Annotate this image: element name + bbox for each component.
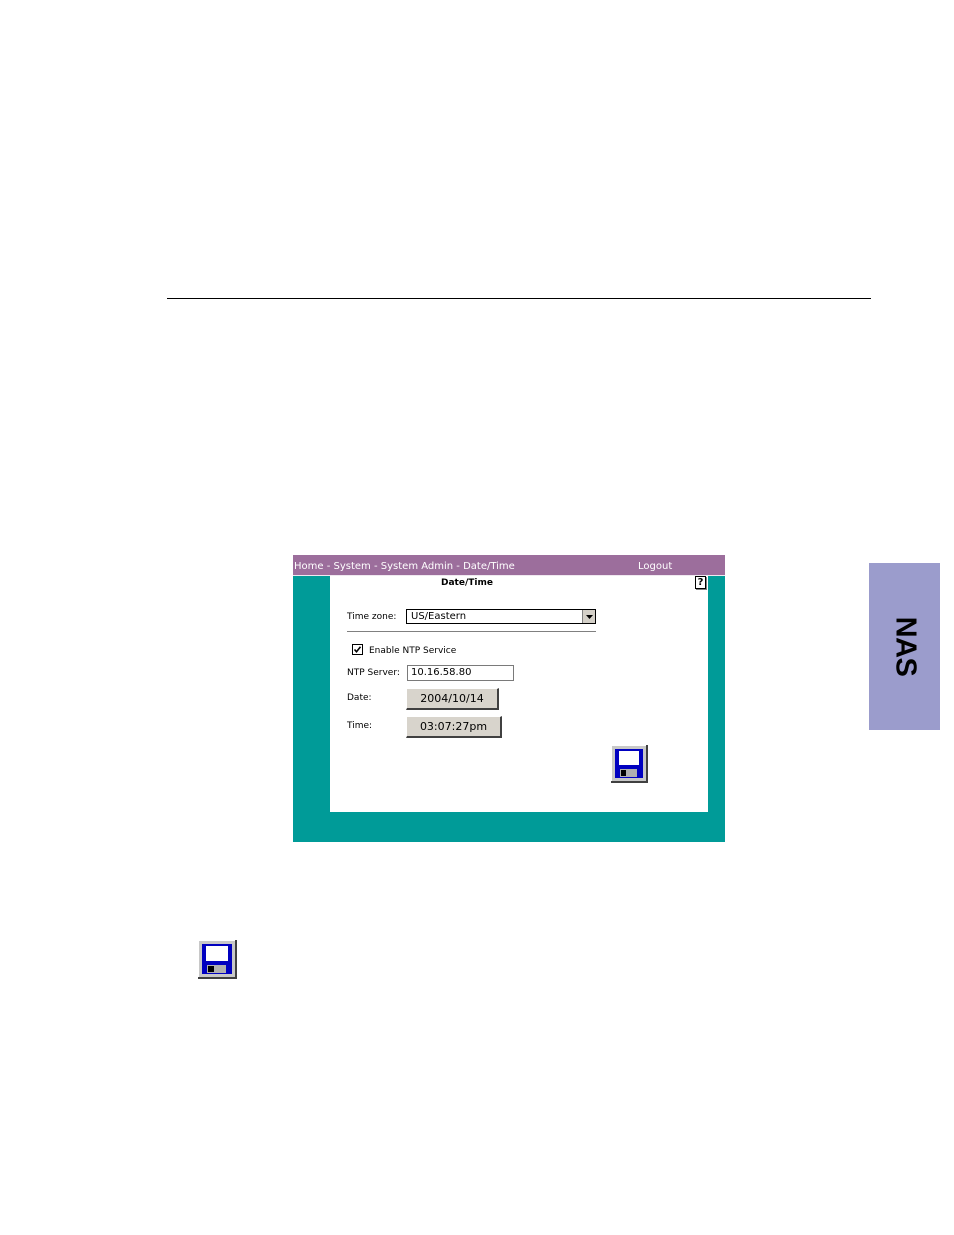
enable-ntp-label: Enable NTP Service [369, 646, 457, 656]
date-time-screenshot: Home - System - System Admin - Date/Time… [293, 555, 725, 842]
floppy-disk-icon [198, 940, 237, 979]
section-divider [347, 631, 596, 633]
date-button[interactable]: 2004/10/14 [406, 688, 499, 710]
time-button[interactable]: 03:07:27pm [406, 716, 502, 738]
date-time-panel: Date/Time ? Time zone: US/Eastern Enable… [330, 576, 708, 812]
ntp-server-input[interactable]: 10.16.58.80 [407, 665, 514, 681]
save-icon-illustration [198, 940, 237, 979]
date-label: Date: [347, 693, 372, 703]
logout-link[interactable]: Logout [638, 561, 672, 572]
ntp-server-label: NTP Server: [347, 668, 400, 678]
time-zone-select[interactable]: US/Eastern [406, 609, 596, 624]
breadcrumb-system-admin[interactable]: System Admin [381, 561, 453, 572]
breadcrumb-separator: - [453, 561, 464, 572]
time-label: Time: [347, 721, 373, 731]
time-zone-value: US/Eastern [411, 611, 467, 622]
enable-ntp-checkbox[interactable] [352, 644, 363, 655]
top-nav-bar: Home - System - System Admin - Date/Time… [293, 555, 725, 575]
save-button[interactable] [611, 745, 648, 783]
nas-section-tab: NAS [869, 563, 940, 730]
breadcrumb: Home - System - System Admin - Date/Time [294, 561, 515, 572]
floppy-disk-icon [611, 745, 648, 783]
breadcrumb-date-time[interactable]: Date/Time [463, 561, 515, 572]
checkmark-icon [353, 646, 362, 654]
chevron-down-icon[interactable] [582, 610, 595, 623]
time-zone-label: Time zone: [347, 612, 397, 622]
nas-section-tab-label: NAS [888, 616, 921, 677]
help-icon[interactable]: ? [695, 576, 706, 589]
breadcrumb-system[interactable]: System [334, 561, 371, 572]
breadcrumb-home[interactable]: Home [294, 561, 324, 572]
breadcrumb-separator: - [370, 561, 381, 572]
page-rule [167, 298, 871, 299]
panel-title: Date/Time [441, 578, 493, 588]
breadcrumb-separator: - [323, 561, 334, 572]
